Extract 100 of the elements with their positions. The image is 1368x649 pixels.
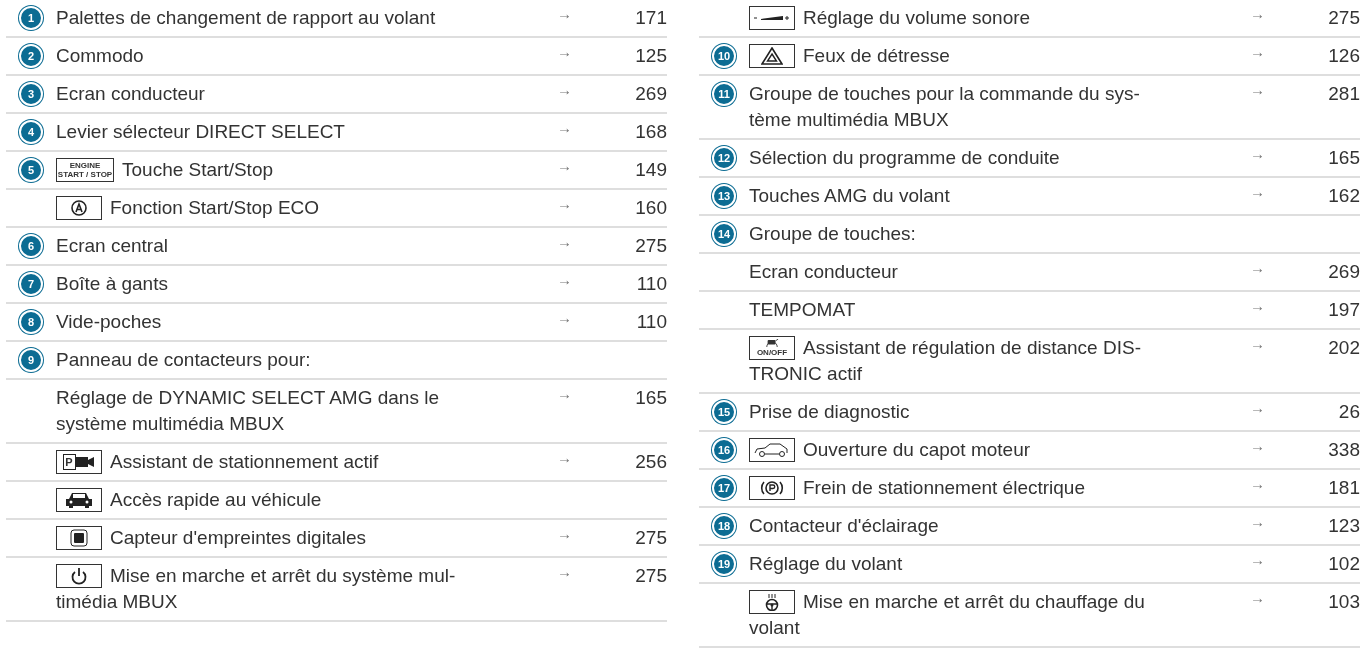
heated-steering-wheel-icon bbox=[749, 590, 795, 614]
number-badge: 7 bbox=[19, 272, 43, 296]
page-number: 103 bbox=[1328, 591, 1360, 612]
page-number: 149 bbox=[635, 159, 667, 180]
arrow-glyph: → bbox=[557, 119, 572, 136]
distance-assist-icon: ON/OFF bbox=[749, 336, 795, 360]
number-badge: 10 bbox=[712, 44, 736, 68]
page-number: 26 bbox=[1338, 401, 1360, 422]
item-label: Mise en marche et arrêt du système mul- bbox=[110, 564, 456, 588]
page-number: 275 bbox=[635, 565, 667, 586]
page-number: 162 bbox=[1328, 185, 1360, 206]
item-label: Touches AMG du volant bbox=[749, 185, 950, 206]
item-label: Levier sélecteur DIRECT SELECT bbox=[56, 121, 345, 142]
item-label: Prise de diagnostic bbox=[749, 401, 910, 422]
page-number: 181 bbox=[1328, 477, 1360, 498]
power-icon bbox=[56, 564, 102, 588]
car-side-icon bbox=[749, 438, 795, 462]
number-badge: 15 bbox=[712, 400, 736, 424]
number-badge: 19 bbox=[712, 552, 736, 576]
arrow-glyph: → bbox=[1250, 399, 1265, 416]
page-number: 197 bbox=[1328, 299, 1360, 320]
arrow-glyph: → bbox=[1250, 335, 1265, 352]
item-label: Capteur d'empreintes digitales bbox=[110, 526, 367, 550]
arrow-glyph: → bbox=[1250, 589, 1265, 606]
arrow-glyph: → bbox=[1250, 297, 1265, 314]
page-number: 269 bbox=[635, 83, 667, 104]
item-label: Sélection du programme de conduite bbox=[749, 147, 1060, 168]
arrow-glyph: → bbox=[1250, 183, 1265, 200]
page-number: 168 bbox=[635, 121, 667, 142]
number-badge: 4 bbox=[19, 120, 43, 144]
number-badge: 17 bbox=[712, 476, 736, 500]
number-badge: 11 bbox=[712, 82, 736, 106]
arrow-glyph: → bbox=[1250, 475, 1265, 492]
car-front-icon bbox=[56, 488, 102, 512]
arrow-glyph: → bbox=[1250, 5, 1265, 22]
item-label: Contacteur d'éclairage bbox=[749, 515, 939, 536]
item-label: TEMPOMAT bbox=[749, 299, 856, 320]
number-badge: 9 bbox=[19, 348, 43, 372]
arrow-glyph: → bbox=[557, 157, 572, 174]
arrow-glyph: → bbox=[1250, 551, 1265, 568]
parking-brake-icon bbox=[749, 476, 795, 500]
page-number: 281 bbox=[1328, 83, 1360, 104]
arrow-glyph: → bbox=[557, 81, 572, 98]
arrow-glyph: → bbox=[557, 271, 572, 288]
page-number: 110 bbox=[636, 311, 667, 332]
page-number: 171 bbox=[635, 7, 667, 28]
volume-icon bbox=[749, 6, 795, 30]
page-number: 256 bbox=[635, 451, 667, 472]
item-label: Groupe de touches: bbox=[749, 223, 916, 244]
page-number: 275 bbox=[1328, 7, 1360, 28]
item-label: Touche Start/Stop bbox=[122, 158, 274, 182]
arrow-glyph: → bbox=[557, 43, 572, 60]
page-number: 275 bbox=[635, 527, 667, 548]
arrow-glyph: → bbox=[1250, 145, 1265, 162]
item-label: Boîte à gants bbox=[56, 273, 168, 294]
arrow-glyph: → bbox=[1250, 513, 1265, 530]
number-badge: 6 bbox=[19, 234, 43, 258]
arrow-glyph: → bbox=[557, 233, 572, 250]
item-label: volant bbox=[749, 617, 800, 638]
arrow-glyph: → bbox=[1250, 81, 1265, 98]
arrow-glyph: → bbox=[557, 385, 572, 402]
arrow-glyph: → bbox=[557, 5, 572, 22]
arrow-glyph: → bbox=[1250, 437, 1265, 454]
item-label: Réglage du volant bbox=[749, 553, 903, 574]
parking-camera-icon: P bbox=[56, 450, 102, 474]
page-number: 338 bbox=[1328, 439, 1360, 460]
number-badge: 1 bbox=[19, 6, 43, 30]
item-label: Assistant de régulation de distance DIS- bbox=[803, 336, 1141, 360]
arrow-glyph: → bbox=[557, 309, 572, 326]
number-badge: 2 bbox=[19, 44, 43, 68]
item-label: Ouverture du capot moteur bbox=[803, 438, 1031, 462]
arrow-glyph: → bbox=[557, 195, 572, 212]
number-badge: 16 bbox=[712, 438, 736, 462]
number-badge: 12 bbox=[712, 146, 736, 170]
page-number: 102 bbox=[1328, 553, 1360, 574]
item-label: Frein de stationnement électrique bbox=[803, 476, 1085, 500]
arrow-glyph: → bbox=[1250, 259, 1265, 276]
number-badge: 8 bbox=[19, 310, 43, 334]
arrow-glyph: → bbox=[557, 449, 572, 466]
item-label: Vide-poches bbox=[56, 311, 162, 332]
page-number: 126 bbox=[1328, 45, 1360, 66]
number-badge: 13 bbox=[712, 184, 736, 208]
item-label: Accès rapide au véhicule bbox=[110, 488, 322, 512]
number-badge: 5 bbox=[19, 158, 43, 182]
item-label: Mise en marche et arrêt du chauffage du bbox=[803, 590, 1145, 614]
arrow-glyph: → bbox=[557, 525, 572, 542]
number-badge: 18 bbox=[712, 514, 736, 538]
item-label: Panneau de contacteurs pour: bbox=[56, 349, 311, 370]
item-label: Ecran conducteur bbox=[56, 83, 205, 104]
item-label: Fonction Start/Stop ECO bbox=[110, 196, 320, 220]
arrow-glyph: → bbox=[1250, 43, 1265, 60]
item-label: Assistant de stationnement actif bbox=[110, 450, 379, 474]
page-number: 269 bbox=[1328, 261, 1360, 282]
item-label: timédia MBUX bbox=[56, 591, 178, 612]
item-label: Réglage de DYNAMIC SELECT AMG dans le système multimédia MBUX bbox=[56, 387, 439, 434]
item-label: Palettes de changement de rapport au volant bbox=[56, 7, 436, 28]
page-number: 165 bbox=[635, 387, 667, 408]
item-label: Ecran conducteur bbox=[749, 261, 898, 282]
item-label: TRONIC actif bbox=[749, 363, 862, 384]
number-badge: 14 bbox=[712, 222, 736, 246]
